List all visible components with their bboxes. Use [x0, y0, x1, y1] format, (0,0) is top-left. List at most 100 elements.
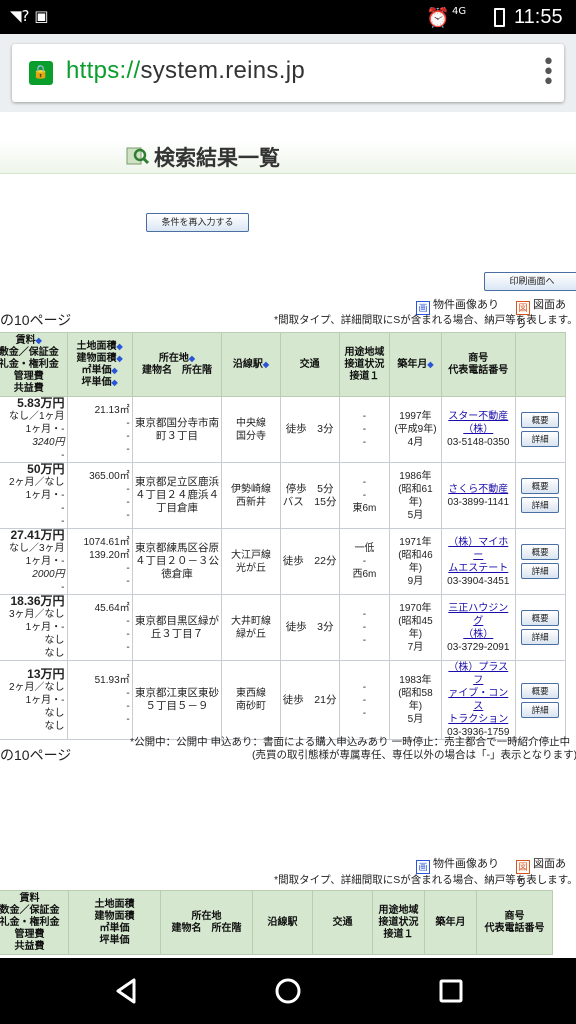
line-value: 東西線: [235, 688, 266, 699]
company-link[interactable]: （株）プラスフ: [444, 661, 514, 687]
area-value: -: [126, 443, 130, 455]
company-link[interactable]: さくら不動産: [444, 483, 514, 496]
area-value: -: [126, 483, 130, 495]
zone-value: -: [362, 622, 367, 633]
company-cell: スター不動産 （株） 03-5148-0350: [440, 396, 517, 463]
rent-detail: 1ヶ月・-: [25, 424, 65, 435]
company-link[interactable]: スター不動産: [444, 410, 514, 423]
area-cell: 45.64㎡ - - -: [66, 594, 133, 661]
area-cell: 21.13㎡ - - -: [66, 396, 133, 463]
detail-button[interactable]: 詳細: [521, 563, 560, 579]
rent-value: 50万円: [27, 462, 65, 476]
address-header-2: 所在地 建物名 所在階: [160, 890, 253, 955]
company-cell: （株）マイホー ムエステート 03-3904-3451: [440, 528, 517, 595]
company-link[interactable]: トラクション: [444, 713, 514, 726]
address-cell: 東京都目黒区緑が丘３丁目７: [131, 594, 223, 661]
browser-toolbar: 🔒 https://system.reins.jp • • •: [0, 34, 576, 112]
rent-detail: 2ヶ月／なし: [8, 681, 65, 693]
line-value: 南砂町: [235, 701, 266, 712]
zone-header-2: 用途地域 接道状況 接道１: [372, 890, 425, 955]
clock: 11:55: [514, 6, 563, 28]
detail-button[interactable]: 詳細: [521, 701, 560, 718]
company-link[interactable]: （株）マイホー: [444, 536, 514, 562]
phone-value: 03-3899-1141: [447, 496, 510, 508]
rent-header[interactable]: 賃料◆ 敷金／保証金 礼金・権利金 管理費 共益費: [0, 332, 68, 397]
table-row: 18.36万円 3ヶ月／なし 1ヶ月・- なし なし 45.64㎡ - - - 東京都目黒区緑が丘…: [0, 594, 566, 661]
zone-value: -: [362, 490, 367, 501]
network-label: 4G: [452, 6, 467, 17]
table-row: 27.41万円 なし／3ヶ月 1ヶ月・- 2000円 -1074.61㎡ 139.20㎡ -…: [0, 528, 566, 595]
address-cell: 東京都江東区東砂５丁目５－９: [131, 660, 223, 740]
zone-value: -: [362, 681, 367, 693]
back-icon[interactable]: [112, 976, 142, 1006]
address-cell: 東京都国分寺市南町３丁目: [131, 396, 223, 463]
company-link[interactable]: 三正ハウジング: [444, 602, 514, 628]
traffic-cell: 停歩 5分 バス 15分: [279, 462, 340, 529]
built-cell: 1970年 (昭和45年) 7月: [389, 594, 442, 661]
company-link[interactable]: （株）: [444, 628, 514, 641]
rent-value: 18.36万円: [10, 594, 65, 608]
company-link[interactable]: （株）: [444, 423, 514, 436]
built-value: (昭和45年): [398, 615, 433, 640]
built-value: 1986年: [399, 470, 432, 482]
summary-button[interactable]: 概要: [521, 610, 560, 626]
area-header[interactable]: 土地面積◆ 建物面積◆ ㎡単価◆ 坪単価◆: [66, 332, 133, 397]
rent-value: 13万円: [27, 666, 65, 681]
detail-button[interactable]: 詳細: [521, 497, 560, 513]
summary-button[interactable]: 概要: [521, 412, 560, 428]
zone-value: -: [362, 477, 367, 488]
note-top: *間取タイプ、詳細間取にSが含まれる場合、納戸等を表します。: [274, 314, 576, 326]
area-value: 21.13㎡: [94, 404, 130, 416]
area-value: -: [126, 417, 130, 429]
overflow-menu-icon[interactable]: • • •: [542, 52, 555, 94]
results-table-header-2: 賃料 数金／保証金 礼金・権利金 管理費 共益費 土地面積 建物面積 ㎡単価 坪単価 所在地建…: [0, 890, 553, 955]
company-link[interactable]: ァイブ・コンス: [444, 687, 514, 713]
footnote-deal: (売買の取引態様が専属専任、専任以外の場合は「-」表示となります): [252, 749, 576, 761]
url-bar[interactable]: 🔒 https://system.reins.jp • • •: [12, 44, 564, 102]
re-enter-conditions-button[interactable]: 条件を再入力する: [146, 213, 249, 232]
built-value: 5月: [407, 714, 424, 725]
traffic-cell: 徒歩 21分: [279, 660, 340, 740]
traffic-cell: 徒歩 22分: [279, 528, 340, 595]
detail-button[interactable]: 詳細: [521, 629, 560, 645]
traffic-cell: 徒歩 3分: [279, 594, 340, 661]
summary-button[interactable]: 概要: [521, 682, 560, 699]
rent-detail: 2000円: [32, 569, 65, 580]
zone-value: -: [362, 635, 367, 646]
address-header[interactable]: 所在地◆ 建物名 所在階: [131, 332, 223, 397]
print-view-button[interactable]: 印刷画面へ: [484, 272, 576, 291]
line-value: 中央線: [235, 417, 266, 429]
zone-value: -: [362, 707, 367, 719]
company-cell: さくら不動産 03-3899-1141: [440, 462, 517, 529]
action-cell: 概要 詳細: [515, 594, 566, 661]
table-row: 50万円 2ヶ月／なし 1ヶ月・- - -365.00㎡ - - - 東京都足立区鹿浜４丁目２４…: [0, 462, 566, 529]
zone-value: 西6m: [352, 569, 377, 580]
recents-icon[interactable]: [436, 976, 466, 1006]
company-link[interactable]: ムエステート: [444, 562, 514, 575]
zone-value: 一低: [354, 543, 375, 554]
summary-button[interactable]: 概要: [521, 478, 560, 494]
zone-value: -: [362, 424, 367, 435]
line-cell: 東西線 南砂町: [221, 660, 281, 740]
rent-cell: 50万円 2ヶ月／なし 1ヶ月・- - -: [0, 462, 68, 529]
url-text[interactable]: https://system.reins.jp: [66, 57, 305, 85]
line-value: 大江戸線: [230, 549, 271, 561]
built-value: 1997年: [399, 411, 432, 422]
status-bar: ◥? ▣ ⏰ 4G 11:55: [0, 0, 576, 34]
summary-button[interactable]: 概要: [521, 544, 560, 560]
zone-value: -: [362, 411, 367, 422]
company-cell: （株）プラスフ ァイブ・コンス トラクション 03-3936-1759: [440, 660, 517, 740]
home-icon[interactable]: [273, 976, 303, 1006]
phone-value: 03-3904-3451: [447, 575, 510, 587]
rent-detail: なし／1ヶ月: [8, 411, 65, 422]
line-value: 西新井: [235, 496, 266, 508]
line-header[interactable]: 沿線駅◆: [221, 332, 281, 397]
rent-detail: 1ヶ月・-: [25, 490, 65, 501]
rent-header-2: 賃料 数金／保証金 礼金・権利金 管理費 共益費: [0, 890, 69, 955]
area-value: -: [126, 575, 130, 587]
note-top-2: *間取タイプ、詳細間取にSが含まれる場合、納戸等を表します。: [274, 874, 576, 886]
traffic-cell: 徒歩 3分: [279, 396, 340, 463]
phone-value: 03-3729-2091: [447, 641, 510, 653]
built-header[interactable]: 築年月◆: [389, 332, 442, 397]
detail-button[interactable]: 詳細: [521, 431, 560, 447]
